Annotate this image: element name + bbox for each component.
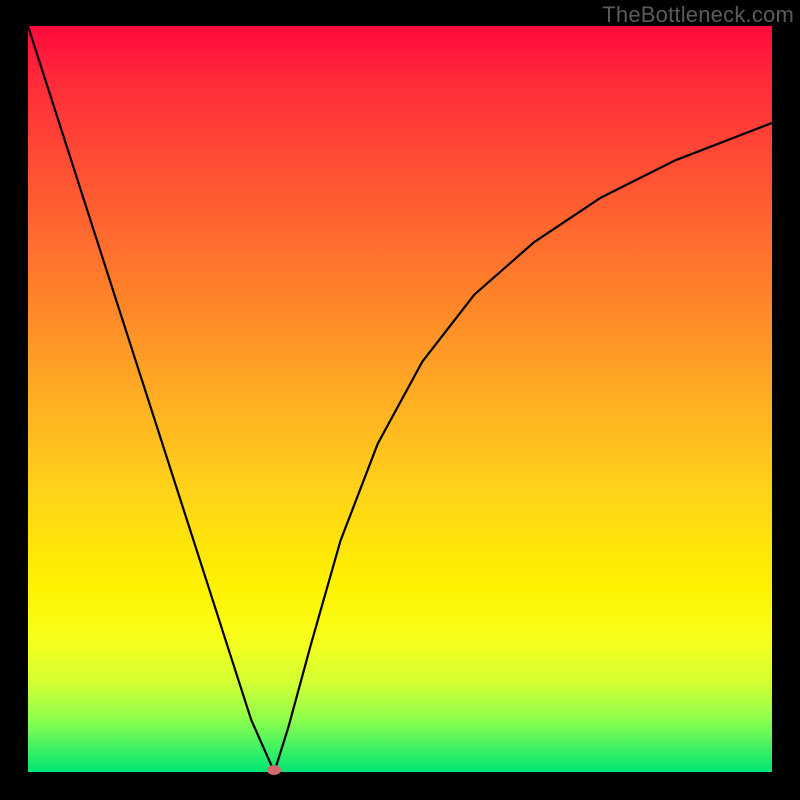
watermark-text: TheBottleneck.com — [602, 2, 794, 28]
chart-frame: TheBottleneck.com — [0, 0, 800, 800]
plot-area — [28, 26, 772, 772]
